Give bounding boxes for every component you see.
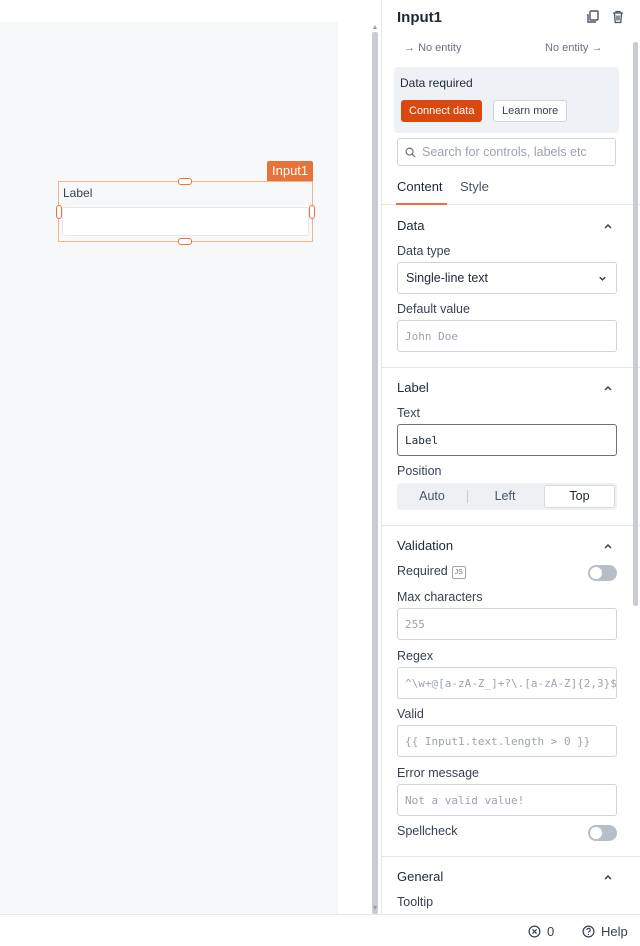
js-badge-icon[interactable]: JS [451, 566, 466, 579]
divider [382, 856, 640, 857]
data-required-box: Data required Connect data Learn more [394, 67, 619, 133]
widget-label: Label [63, 186, 93, 200]
properties-panel: Input1 → No entity No entity → Data requ… [381, 0, 640, 914]
canvas-scrollbar[interactable] [372, 32, 378, 914]
section-data-title[interactable]: Data [397, 218, 424, 233]
resize-handle-right[interactable] [309, 205, 315, 219]
arrow-right-icon: → [591, 42, 603, 54]
text-label: Text [397, 406, 420, 420]
tab-content[interactable]: Content [397, 179, 443, 194]
panel-tabs: Content Style [382, 171, 640, 205]
entity-left-label: No entity [418, 42, 462, 54]
error-message-placeholder: Not a valid value! [405, 794, 525, 807]
valid-label: Valid [397, 707, 424, 721]
active-tab-indicator [396, 203, 447, 205]
tab-style[interactable]: Style [460, 179, 489, 194]
label-text-input[interactable]: Label [397, 424, 617, 456]
divider [382, 367, 640, 368]
chevron-up-icon[interactable] [602, 382, 614, 394]
default-value-input[interactable]: John Doe [397, 320, 617, 352]
section-general-title[interactable]: General [397, 869, 443, 884]
chevron-up-icon[interactable] [602, 871, 614, 883]
section-validation-title[interactable]: Validation [397, 538, 453, 553]
default-value-label: Default value [397, 302, 470, 316]
panel-title[interactable]: Input1 [397, 9, 442, 26]
valid-placeholder: {{ Input1.text.length > 0 }} [405, 735, 591, 748]
max-characters-label: Max characters [397, 590, 483, 604]
position-option-left[interactable]: Left [468, 485, 542, 508]
help-button[interactable]: Help [582, 924, 628, 939]
position-option-auto[interactable]: Auto [397, 485, 467, 508]
search-input[interactable]: Search for controls, labels etc [397, 138, 616, 166]
toggle-knob [590, 827, 602, 839]
max-characters-input[interactable]: 255 [397, 608, 617, 640]
label-text-value: Label [405, 434, 439, 447]
default-value-placeholder: John Doe [405, 330, 458, 343]
help-label: Help [601, 924, 628, 939]
chevron-up-icon[interactable] [602, 220, 614, 232]
error-message-label: Error message [397, 766, 479, 780]
entity-link-left[interactable]: → No entity [404, 42, 461, 54]
position-option-top[interactable]: Top [544, 485, 615, 508]
required-label: Required [397, 564, 448, 578]
regex-label: Regex [397, 649, 434, 663]
widget-selection-tag[interactable]: Input1 [267, 161, 314, 181]
spellcheck-label: Spellcheck [397, 824, 458, 838]
divider [382, 525, 640, 526]
regex-placeholder: ^\w+@[a-zA-Z_]+?\.[a-zA-Z]{2,3}$ [405, 677, 617, 690]
delete-icon[interactable] [610, 9, 626, 25]
resize-handle-bottom[interactable] [178, 238, 192, 245]
required-row: Required JS [397, 564, 466, 579]
errors-count: 0 [547, 924, 555, 939]
position-segmented-control: Auto Left Top [397, 483, 617, 510]
data-required-title: Data required [400, 76, 473, 90]
data-type-value: Single-line text [406, 271, 488, 285]
search-icon [405, 147, 416, 158]
learn-more-button[interactable]: Learn more [493, 100, 568, 122]
toggle-knob [590, 567, 602, 579]
regex-input[interactable]: ^\w+@[a-zA-Z_]+?\.[a-zA-Z]{2,3}$ [397, 667, 617, 699]
connect-data-button[interactable]: Connect data [401, 100, 483, 122]
entity-right-label: No entity [545, 42, 589, 54]
resize-handle-top[interactable] [178, 178, 192, 185]
chevron-up-icon[interactable] [602, 540, 614, 552]
required-toggle[interactable] [588, 565, 617, 581]
canvas-scroll-down-icon[interactable]: ▼ [370, 905, 380, 913]
entity-link-right[interactable]: No entity → [545, 42, 602, 54]
error-circle-icon [528, 925, 541, 938]
panel-scrollbar[interactable] [633, 42, 638, 606]
position-label: Position [397, 464, 442, 478]
data-type-select[interactable]: Single-line text [397, 262, 617, 294]
canvas-scroll-up-icon[interactable]: ▲ [370, 24, 380, 32]
section-label-title[interactable]: Label [397, 380, 429, 395]
errors-indicator[interactable]: 0 [528, 924, 554, 939]
canvas[interactable] [0, 22, 338, 914]
max-characters-placeholder: 255 [405, 618, 425, 631]
input-widget[interactable]: Label [58, 181, 313, 242]
arrow-right-icon: → [404, 42, 415, 54]
valid-input[interactable]: {{ Input1.text.length > 0 }} [397, 725, 617, 757]
spellcheck-toggle[interactable] [588, 825, 617, 841]
duplicate-icon[interactable] [585, 9, 601, 25]
error-message-input[interactable]: Not a valid value! [397, 784, 617, 816]
data-type-label: Data type [397, 244, 451, 258]
search-placeholder: Search for controls, labels etc [422, 145, 587, 159]
widget-input-box[interactable] [62, 207, 309, 236]
tooltip-label: Tooltip [397, 895, 434, 909]
chevron-down-icon [599, 276, 606, 281]
resize-handle-left[interactable] [56, 205, 62, 219]
status-bar: 0 Help [0, 914, 640, 946]
help-circle-icon [582, 925, 595, 938]
